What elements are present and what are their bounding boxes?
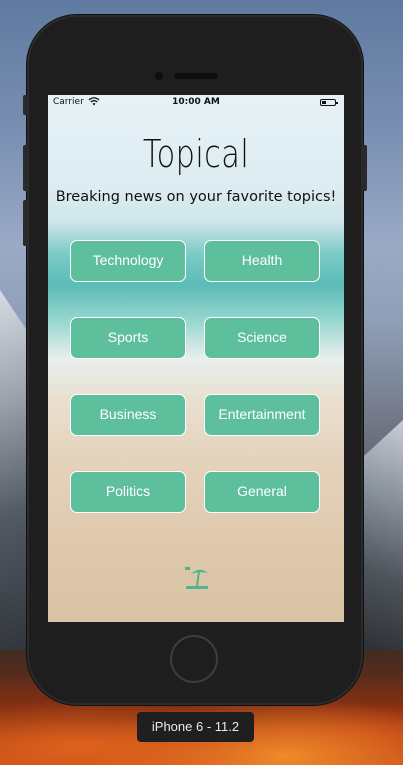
earpiece-speaker — [174, 73, 218, 79]
topic-button-politics[interactable]: Politics — [70, 471, 186, 513]
simulator-device-label: iPhone 6 - 11.2 — [137, 712, 254, 742]
topic-button-health[interactable]: Health — [204, 240, 320, 282]
topic-button-general[interactable]: General — [204, 471, 320, 513]
volume-down-button[interactable] — [23, 200, 28, 246]
battery-icon — [320, 99, 338, 106]
app-subtitle: Breaking news on your favorite topics! — [55, 189, 337, 205]
front-camera — [155, 72, 163, 80]
power-button[interactable] — [362, 145, 367, 191]
beach-umbrella-icon — [185, 567, 208, 589]
home-button[interactable] — [170, 635, 218, 683]
topic-button-sports[interactable]: Sports — [70, 317, 186, 359]
app-screen: Carrier 10:00 AM Topical Breaking news o… — [48, 95, 344, 622]
volume-up-button[interactable] — [23, 145, 28, 191]
mute-switch[interactable] — [23, 95, 28, 115]
topic-button-business[interactable]: Business — [70, 394, 186, 436]
status-bar: Carrier 10:00 AM — [48, 95, 344, 111]
topic-button-entertainment[interactable]: Entertainment — [204, 394, 320, 436]
topic-button-science[interactable]: Science — [204, 317, 320, 359]
status-time: 10:00 AM — [172, 97, 220, 107]
topic-button-technology[interactable]: Technology — [70, 240, 186, 282]
app-title: Topical — [142, 132, 250, 176]
